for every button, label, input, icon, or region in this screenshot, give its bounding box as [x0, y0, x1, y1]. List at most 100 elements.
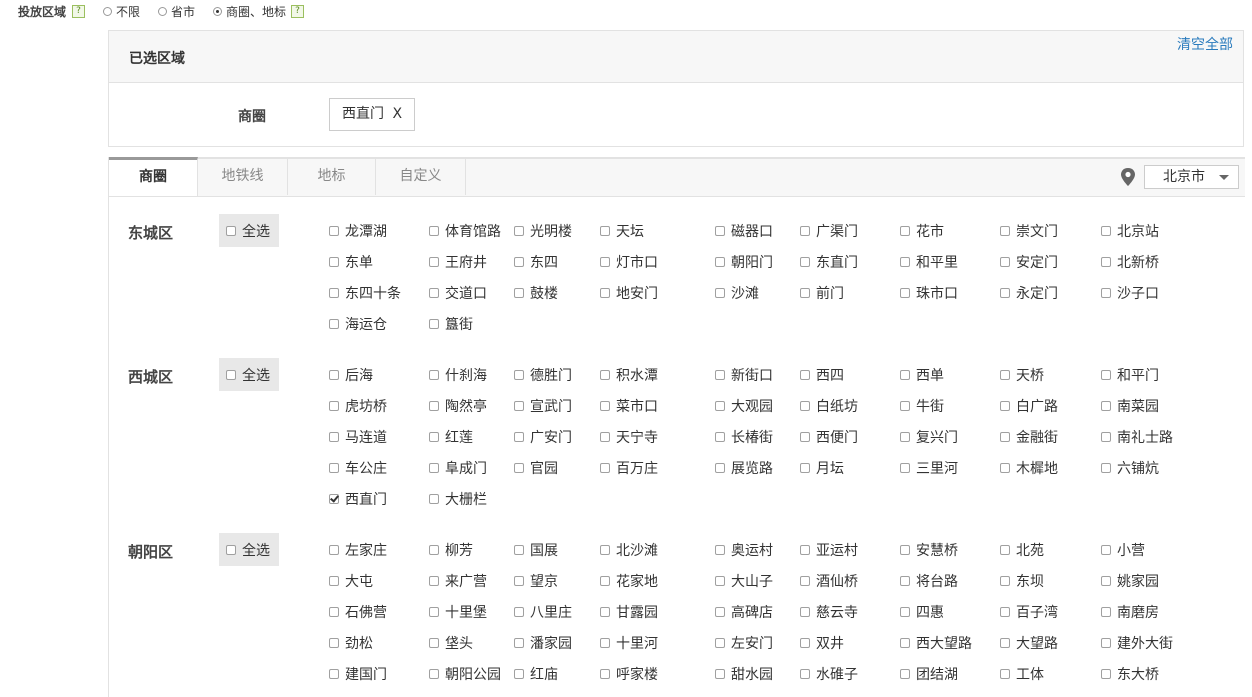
- area-checkbox-item[interactable]: 花家地: [600, 572, 658, 590]
- checkbox-icon[interactable]: [226, 369, 236, 380]
- area-checkbox-item[interactable]: 八里庄: [514, 603, 572, 621]
- checkbox-icon[interactable]: [226, 225, 236, 236]
- area-checkbox-item[interactable]: 大屯: [329, 572, 373, 590]
- area-checkbox-item[interactable]: 小营: [1101, 541, 1145, 559]
- checkbox-icon[interactable]: [800, 545, 810, 555]
- area-checkbox-item[interactable]: 海运仓: [329, 315, 387, 333]
- area-checkbox-item[interactable]: 红莲: [429, 428, 473, 446]
- area-checkbox-item[interactable]: 西单: [900, 366, 944, 384]
- checkbox-icon[interactable]: [429, 288, 439, 298]
- checkbox-icon[interactable]: [900, 607, 910, 617]
- area-checkbox-item[interactable]: 安慧桥: [900, 541, 958, 559]
- area-checkbox-item[interactable]: 地安门: [600, 284, 658, 302]
- area-checkbox-item[interactable]: 左家庄: [329, 541, 387, 559]
- area-checkbox-item[interactable]: 将台路: [900, 572, 958, 590]
- checkbox-icon[interactable]: [329, 545, 339, 555]
- checkbox-icon[interactable]: [1101, 370, 1111, 380]
- remove-tag-icon[interactable]: X: [392, 106, 402, 122]
- area-checkbox-item[interactable]: 宣武门: [514, 397, 572, 415]
- area-checkbox-item[interactable]: 广渠门: [800, 222, 858, 240]
- checkbox-icon[interactable]: [715, 669, 725, 679]
- area-checkbox-item[interactable]: 朝阳公园: [429, 665, 501, 683]
- checkbox-icon[interactable]: [429, 370, 439, 380]
- checkbox-icon[interactable]: [329, 576, 339, 586]
- area-checkbox-item[interactable]: 崇文门: [1000, 222, 1058, 240]
- checkbox-icon[interactable]: [800, 370, 810, 380]
- area-checkbox-item[interactable]: 红庙: [514, 665, 558, 683]
- checkbox-icon[interactable]: [800, 607, 810, 617]
- checkbox-icon[interactable]: [715, 638, 725, 648]
- checkbox-icon[interactable]: [600, 638, 610, 648]
- area-checkbox-item[interactable]: 菜市口: [600, 397, 658, 415]
- area-checkbox-item[interactable]: 月坛: [800, 459, 844, 477]
- checkbox-icon[interactable]: [429, 545, 439, 555]
- select-all-button[interactable]: 全选: [219, 358, 279, 391]
- checkbox-icon[interactable]: [800, 669, 810, 679]
- area-checkbox-item[interactable]: 西四: [800, 366, 844, 384]
- area-checkbox-item[interactable]: 工体: [1000, 665, 1044, 683]
- checkbox-icon[interactable]: [800, 638, 810, 648]
- clear-all-link[interactable]: 清空全部: [1177, 34, 1233, 54]
- checkbox-icon[interactable]: [514, 257, 524, 267]
- area-checkbox-item[interactable]: 奥运村: [715, 541, 773, 559]
- checkbox-icon[interactable]: [429, 607, 439, 617]
- radio-unlimited[interactable]: 不限: [103, 3, 140, 20]
- area-checkbox-item[interactable]: 白广路: [1000, 397, 1058, 415]
- area-checkbox-item[interactable]: 亚运村: [800, 541, 858, 559]
- checkbox-icon[interactable]: [600, 576, 610, 586]
- tab-landmark[interactable]: 地标: [288, 157, 376, 195]
- area-checkbox-item[interactable]: 三里河: [900, 459, 958, 477]
- checkbox-icon[interactable]: [514, 432, 524, 442]
- checkbox-icon[interactable]: [900, 545, 910, 555]
- area-checkbox-item[interactable]: 沙子口: [1101, 284, 1159, 302]
- radio-business-district[interactable]: 商圈、地标: [213, 3, 286, 20]
- checkbox-icon[interactable]: [514, 226, 524, 236]
- checkbox-icon[interactable]: [429, 669, 439, 679]
- checkbox-icon[interactable]: [900, 288, 910, 298]
- area-checkbox-item[interactable]: 积水潭: [600, 366, 658, 384]
- area-checkbox-item[interactable]: 官园: [514, 459, 558, 477]
- area-checkbox-item[interactable]: 望京: [514, 572, 558, 590]
- checkbox-icon[interactable]: [900, 638, 910, 648]
- checkbox-icon[interactable]: [1101, 638, 1111, 648]
- checkbox-icon[interactable]: [715, 226, 725, 236]
- area-checkbox-item[interactable]: 大栅栏: [429, 490, 487, 508]
- area-checkbox-item[interactable]: 新街口: [715, 366, 773, 384]
- area-checkbox-item[interactable]: 珠市口: [900, 284, 958, 302]
- checkbox-icon[interactable]: [1101, 607, 1111, 617]
- area-checkbox-item[interactable]: 安定门: [1000, 253, 1058, 271]
- checkbox-icon[interactable]: [1000, 607, 1010, 617]
- area-checkbox-item[interactable]: 甘露园: [600, 603, 658, 621]
- area-checkbox-item[interactable]: 阜成门: [429, 459, 487, 477]
- checkbox-icon[interactable]: [715, 401, 725, 411]
- area-checkbox-item[interactable]: 南磨房: [1101, 603, 1159, 621]
- checkbox-icon[interactable]: [429, 226, 439, 236]
- checkbox-icon[interactable]: [1101, 463, 1111, 473]
- area-checkbox-item[interactable]: 沙滩: [715, 284, 759, 302]
- area-checkbox-item[interactable]: 六铺炕: [1101, 459, 1159, 477]
- checkbox-icon[interactable]: [715, 576, 725, 586]
- area-checkbox-item[interactable]: 虎坊桥: [329, 397, 387, 415]
- checkbox-icon[interactable]: [600, 463, 610, 473]
- area-checkbox-item[interactable]: 龙潭湖: [329, 222, 387, 240]
- area-checkbox-item[interactable]: 大望路: [1000, 634, 1058, 652]
- checkbox-icon[interactable]: [800, 226, 810, 236]
- area-checkbox-item[interactable]: 北苑: [1000, 541, 1044, 559]
- checkbox-icon[interactable]: [514, 463, 524, 473]
- checkbox-icon[interactable]: [900, 669, 910, 679]
- area-checkbox-item[interactable]: 西便门: [800, 428, 858, 446]
- checkbox-icon[interactable]: [1000, 463, 1010, 473]
- checkbox-icon[interactable]: [800, 401, 810, 411]
- area-checkbox-item[interactable]: 天坛: [600, 222, 644, 240]
- area-checkbox-item[interactable]: 西大望路: [900, 634, 972, 652]
- checkbox-icon[interactable]: [514, 669, 524, 679]
- area-checkbox-item[interactable]: 劲松: [329, 634, 373, 652]
- area-checkbox-item[interactable]: 建外大街: [1101, 634, 1173, 652]
- area-checkbox-item[interactable]: 陶然亭: [429, 397, 487, 415]
- area-checkbox-item[interactable]: 展览路: [715, 459, 773, 477]
- area-checkbox-item[interactable]: 德胜门: [514, 366, 572, 384]
- checkbox-icon[interactable]: [900, 463, 910, 473]
- area-checkbox-item[interactable]: 潘家园: [514, 634, 572, 652]
- select-all-button[interactable]: 全选: [219, 214, 279, 247]
- checkbox-icon[interactable]: [429, 638, 439, 648]
